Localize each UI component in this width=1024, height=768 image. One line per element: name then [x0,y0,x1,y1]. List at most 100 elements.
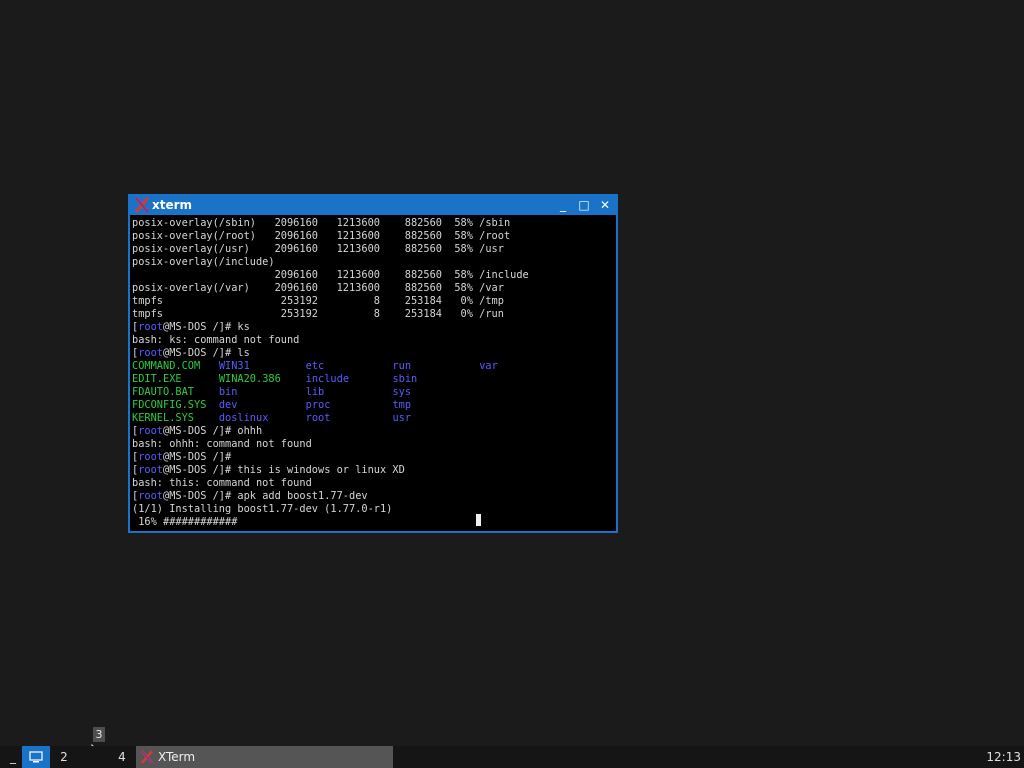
terminal-line: FDCONFIG.SYS dev proc tmp [132,399,614,412]
terminal-text: KERNEL.SYS [132,412,194,424]
terminal-text: @MS-DOS /]# apk add boost1.77-dev [163,490,368,502]
terminal-text: @MS-DOS /]# [163,451,232,463]
terminal-text: @MS-DOS /]# ls [163,347,250,359]
terminal-text: etc [305,360,325,372]
terminal-line: [root@MS-DOS /]# this is windows or linu… [132,464,614,477]
terminal-text: posix-overlay(/sbin) 2096160 1213600 882… [132,217,511,229]
terminal-text: WIN31 [218,360,250,372]
workspace-label: 2 [60,750,68,764]
terminal-text: root [138,451,164,463]
terminal-text: proc [305,399,331,411]
terminal-line: tmpfs 253192 8 253184 0% /tmp [132,295,614,308]
terminal-line: [root@MS-DOS /]# ls [132,347,614,360]
terminal-text: (1/1) Installing boost1.77-dev (1.77.0-r… [132,503,393,515]
minimize-button[interactable]: _ [554,196,572,215]
terminal-text: posix-overlay(/include) [132,256,275,268]
maximize-button[interactable]: □ [575,196,593,215]
maximize-icon: □ [578,198,590,212]
terminal-line: [root@MS-DOS /]# ohhh [132,425,614,438]
terminal-line: [root@MS-DOS /]# ks [132,321,614,334]
terminal-text: @MS-DOS /]# this is windows or linux XD [163,464,405,476]
close-icon: ✕ [599,198,611,212]
terminal-text: sbin [392,373,418,385]
terminal-line: posix-overlay(/usr) 2096160 1213600 8825… [132,243,614,256]
terminal-line: bash: ks: command not found [132,334,614,347]
terminal-text: posix-overlay(/var) 2096160 1213600 8825… [132,282,504,294]
window-titlebar[interactable]: xterm _ □ ✕ [130,196,616,215]
taskbar: _ 2 4 XTerm 12:13 [0,746,1024,768]
minimize-icon: _ [560,198,566,212]
workspace-label: 4 [118,750,126,764]
terminal-text: root [138,490,164,502]
workspace-2[interactable]: 2 [54,746,74,768]
workspace-active[interactable] [22,746,50,768]
terminal-text: posix-overlay(/root) 2096160 1213600 882… [132,230,511,242]
terminal-text: 16% ############ [132,516,238,528]
terminal-text: root [138,464,164,476]
x-logo-icon [141,750,153,764]
terminal-cursor [476,514,481,526]
workspace-4[interactable]: 4 [112,746,132,768]
terminal-line: [root@MS-DOS /]# apk add boost1.77-dev [132,490,614,503]
terminal-text: lib [305,386,325,398]
terminal-text: bin [218,386,238,398]
terminal-text: posix-overlay(/usr) 2096160 1213600 8825… [132,243,504,255]
window-title: xterm [152,198,193,212]
terminal-line: 16% ############ [132,516,614,529]
terminal-line: (1/1) Installing boost1.77-dev (1.77.0-r… [132,503,614,516]
terminal-line: EDIT.EXE WINA20.386 include sbin [132,373,614,386]
terminal-text: FDCONFIG.SYS [132,399,207,411]
terminal-text: var [479,360,498,372]
workspace-tooltip: 3 [93,727,105,742]
terminal-text: bash: ks: command not found [132,334,300,346]
terminal-text: root [138,347,164,359]
terminal-text: @MS-DOS /]# ks [163,321,250,333]
terminal-text: usr [392,412,412,424]
terminal-text: bash: ohhh: command not found [132,438,312,450]
terminal-text: @MS-DOS /]# ohhh [163,425,263,437]
terminal-line: posix-overlay(/include) [132,256,614,269]
terminal-line: tmpfs 253192 8 253184 0% /run [132,308,614,321]
terminal-line: bash: this: command not found [132,477,614,490]
terminal-text: bash: this: command not found [132,477,312,489]
taskbar-item-xterm[interactable]: XTerm [136,746,393,768]
terminal-text: doslinux [218,412,269,424]
close-button[interactable]: ✕ [596,196,614,215]
terminal-line: [root@MS-DOS /]# [132,451,614,464]
terminal-text: root [138,425,164,437]
xterm-window[interactable]: xterm _ □ ✕ posix-overlay(/sbin) 2096160… [128,194,618,533]
terminal-line: FDAUTO.BAT bin lib sys [132,386,614,399]
terminal-text: root [305,412,331,424]
terminal-output[interactable]: posix-overlay(/sbin) 2096160 1213600 882… [132,217,614,529]
terminal-text: tmpfs 253192 8 253184 0% /tmp [132,295,504,307]
terminal-text: run [392,360,412,372]
terminal-text: tmpfs 253192 8 253184 0% /run [132,308,504,320]
terminal-line: posix-overlay(/sbin) 2096160 1213600 882… [132,217,614,230]
terminal-text: tmp [392,399,412,411]
terminal-text: root [138,321,164,333]
workspace-1[interactable]: _ [4,746,22,768]
terminal-line: posix-overlay(/var) 2096160 1213600 8825… [132,282,614,295]
workspace-3[interactable] [80,746,106,768]
terminal-text: sys [392,386,412,398]
terminal-text: EDIT.EXE [132,373,182,385]
clock: 12:13 [986,750,1021,764]
x-logo-icon [135,197,149,213]
terminal-line: COMMAND.COM WIN31 etc run var [132,360,614,373]
terminal-line: bash: ohhh: command not found [132,438,614,451]
terminal-line: 2096160 1213600 882560 58% /include [132,269,614,282]
